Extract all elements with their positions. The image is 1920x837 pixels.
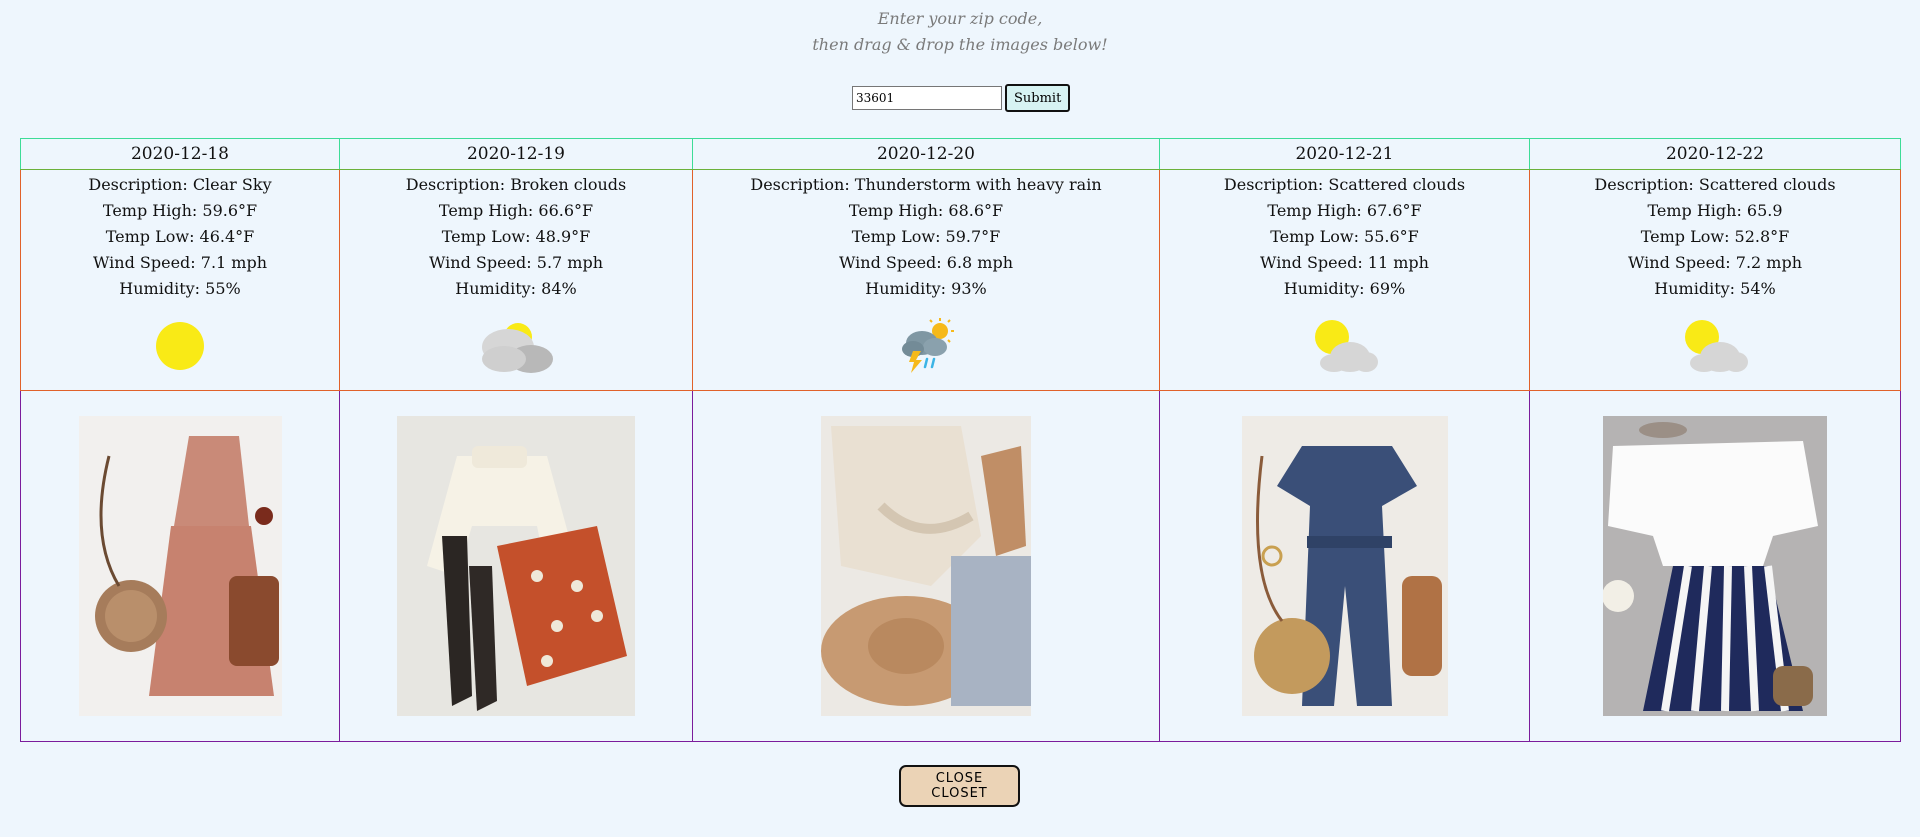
weather-cell: Description: Clear Sky Temp High: 59.6°F…: [20, 169, 340, 391]
outfit-cell: [1529, 390, 1901, 742]
weather-description: Description: Scattered clouds: [1594, 175, 1836, 194]
weather-description: Description: Thunderstorm with heavy rai…: [750, 175, 1102, 194]
humidity: Humidity: 93%: [865, 279, 987, 298]
temp-low: Temp Low: 48.9°F: [441, 227, 591, 246]
instructions-line-2: then drag & drop the images below!: [812, 35, 1108, 54]
wind-speed: Wind Speed: 7.2 mph: [1627, 253, 1803, 272]
temp-low: Temp Low: 55.6°F: [1270, 227, 1419, 246]
submit-button[interactable]: Submit: [1005, 84, 1071, 112]
outfit-striped-pants-image[interactable]: [1603, 416, 1827, 716]
temp-high: Temp High: 67.6°F: [1267, 201, 1422, 220]
humidity: Humidity: 55%: [119, 279, 241, 298]
weather-cell: Description: Scattered clouds Temp High:…: [1529, 169, 1901, 391]
instructions-line-1: Enter your zip code,: [877, 9, 1043, 28]
weather-description: Description: Scattered clouds: [1223, 175, 1466, 194]
humidity: Humidity: 84%: [455, 279, 577, 298]
weather-description: Description: Broken clouds: [405, 175, 627, 194]
weather-description: Description: Clear Sky: [88, 175, 272, 194]
wind-speed: Wind Speed: 5.7 mph: [428, 253, 604, 272]
instructions: Enter your zip code, then drag & drop th…: [0, 6, 1920, 58]
date-cell: 2020-12-22: [1529, 138, 1901, 170]
sun-icon: [156, 322, 204, 370]
temp-high: Temp High: 59.6°F: [102, 201, 258, 220]
outfit-cell: [20, 390, 340, 742]
temp-low: Temp Low: 59.7°F: [851, 227, 1001, 246]
humidity: Humidity: 54%: [1654, 279, 1776, 298]
wind-speed: Wind Speed: 6.8 mph: [838, 253, 1014, 272]
outfit-sweater-skirt-image[interactable]: [397, 416, 635, 716]
outfit-pink-dress-image[interactable]: [78, 416, 282, 716]
temp-low: Temp Low: 52.8°F: [1640, 227, 1790, 246]
scattered-clouds-icon: [1314, 320, 1378, 372]
date-cell: 2020-12-20: [692, 138, 1160, 170]
weather-cell: Description: Thunderstorm with heavy rai…: [692, 169, 1160, 391]
date-cell: 2020-12-19: [339, 138, 693, 170]
outfit-row: [20, 390, 1901, 742]
zip-code-input[interactable]: [852, 86, 1002, 110]
date-cell: 2020-12-18: [20, 138, 340, 170]
humidity: Humidity: 69%: [1283, 279, 1406, 298]
weather-cell: Description: Broken clouds Temp High: 66…: [339, 169, 693, 391]
date-row: 2020-12-18 2020-12-19 2020-12-20 2020-12…: [20, 138, 1901, 170]
temp-high: Temp High: 66.6°F: [438, 201, 594, 220]
broken-clouds-icon: [482, 323, 553, 373]
forecast-table: 2020-12-18 2020-12-19 2020-12-20 2020-12…: [20, 138, 1901, 742]
temp-high: Temp High: 68.6°F: [848, 201, 1004, 220]
outfit-cell: [1159, 390, 1530, 742]
thunderstorm-icon: [902, 318, 954, 373]
wind-speed: Wind Speed: 7.1 mph: [92, 253, 268, 272]
outfit-cell: [339, 390, 693, 742]
temp-low: Temp Low: 46.4°F: [105, 227, 255, 246]
zip-form: Submit: [852, 84, 1071, 112]
outfit-cell: [692, 390, 1160, 742]
outfit-denim-jumpsuit-image[interactable]: [1241, 416, 1448, 716]
weather-cell: Description: Scattered clouds Temp High:…: [1159, 169, 1530, 391]
weather-row: Description: Clear Sky Temp High: 59.6°F…: [20, 169, 1901, 391]
outfit-knit-sweater-jeans-image[interactable]: [821, 416, 1031, 716]
close-closet-button[interactable]: CLOSE CLOSET: [899, 765, 1020, 807]
scattered-clouds-icon: [1685, 320, 1748, 372]
wind-speed: Wind Speed: 11 mph: [1260, 253, 1429, 272]
temp-high: Temp High: 65.9: [1647, 201, 1783, 220]
date-cell: 2020-12-21: [1159, 138, 1530, 170]
